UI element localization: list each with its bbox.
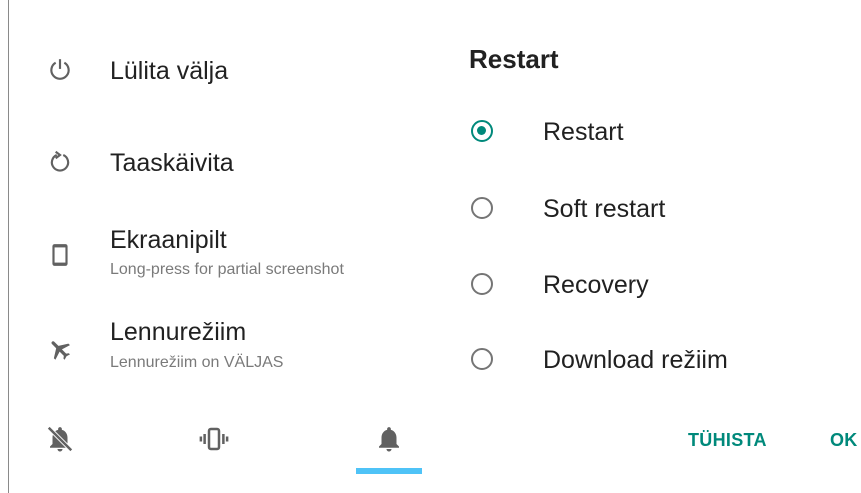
option-download-mode[interactable]: Download režiim: [430, 329, 861, 389]
option-label: Download režiim: [543, 346, 728, 374]
mute-icon: [47, 426, 73, 452]
radio-button[interactable]: [471, 197, 493, 219]
radio-button[interactable]: [471, 273, 493, 295]
bell-icon: [379, 427, 399, 452]
selected-mode-indicator: [356, 468, 422, 474]
power-menu: Lülita välja Taaskäivita Ekraanipilt Lon…: [9, 0, 429, 493]
phone-icon: [47, 242, 73, 268]
menu-item-label: Lennurežiim: [110, 318, 247, 346]
menu-item-label: Taaskäivita: [110, 149, 234, 177]
menu-item-restart[interactable]: Taaskäivita: [9, 138, 429, 188]
mute-mode-button[interactable]: [38, 417, 82, 461]
menu-item-power-off[interactable]: Lülita välja: [9, 48, 429, 98]
sound-mode-bar: [9, 405, 429, 493]
radio-button-checked[interactable]: [471, 120, 493, 142]
menu-item-label: Lülita välja: [110, 57, 229, 85]
option-label: Restart: [543, 118, 624, 146]
restart-dialog: Restart Restart Soft restart Recovery Do…: [430, 0, 861, 493]
menu-item-subtitle: Lennurežiim on VÄLJAS: [110, 354, 284, 371]
option-recovery[interactable]: Recovery: [430, 254, 861, 314]
menu-item-subtitle: Long-press for partial screenshot: [110, 261, 344, 278]
vibrate-icon: [199, 427, 229, 451]
option-restart[interactable]: Restart: [430, 101, 861, 161]
ok-button[interactable]: OK: [824, 426, 861, 455]
option-soft-restart[interactable]: Soft restart: [430, 178, 861, 238]
airplane-icon: [47, 336, 73, 362]
menu-item-label: Ekraanipilt: [110, 226, 227, 254]
ring-mode-button[interactable]: [367, 417, 411, 461]
option-label: Soft restart: [543, 195, 666, 223]
option-label: Recovery: [543, 271, 649, 299]
menu-item-screenshot[interactable]: Ekraanipilt Long-press for partial scree…: [9, 220, 429, 290]
power-icon: [47, 57, 73, 83]
menu-item-airplane-mode[interactable]: Lennurežiim Lennurežiim on VÄLJAS: [9, 310, 429, 380]
cancel-button[interactable]: TÜHISTA: [682, 426, 773, 455]
dialog-title: Restart: [469, 44, 559, 74]
radio-button[interactable]: [471, 348, 493, 370]
restart-icon: [47, 149, 73, 175]
vibrate-mode-button[interactable]: [192, 417, 236, 461]
